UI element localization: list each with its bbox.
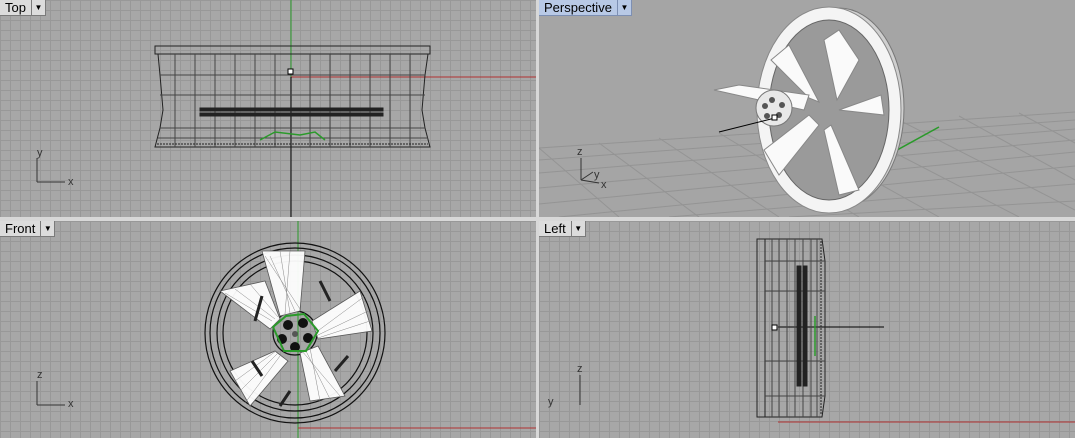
left-axis-v-label: z [577, 363, 583, 375]
viewport-label-top[interactable]: Top ▼ [0, 0, 46, 16]
top-axis-indicator [36, 158, 65, 183]
left-axis-h-label: y [548, 396, 554, 408]
viewport-title-left[interactable]: Left [539, 221, 572, 237]
front-view-canvas: x z [36, 221, 536, 438]
viewport-title-perspective[interactable]: Perspective [539, 0, 618, 16]
viewport-top[interactable]: x y Top ▼ [0, 0, 536, 217]
chevron-down-icon[interactable]: ▼ [617, 0, 632, 16]
wheel-top-wireframe [154, 45, 431, 148]
viewport-perspective[interactable]: z x y Perspective ▼ [539, 0, 1075, 217]
viewport-label-front[interactable]: Front ▼ [0, 221, 56, 237]
wheel-perspective-render [713, 6, 905, 214]
chevron-down-icon[interactable]: ▼ [31, 0, 46, 16]
persp-axis-v-label: z [577, 146, 583, 158]
front-axis-h-label: x [68, 398, 74, 410]
chevron-down-icon[interactable]: ▼ [41, 221, 56, 237]
persp-axis-d-label: y [594, 169, 600, 181]
viewport-label-left[interactable]: Left ▼ [539, 221, 586, 237]
persp-axis-h-label: x [601, 179, 607, 191]
top-view-canvas: x y [36, 0, 536, 217]
chevron-down-icon[interactable]: ▼ [571, 221, 586, 237]
top-axis-v-label: y [37, 147, 43, 159]
front-axis-indicator [36, 381, 65, 406]
viewport-title-front[interactable]: Front [0, 221, 42, 237]
front-axis-v-label: z [37, 369, 43, 381]
viewport-label-perspective[interactable]: Perspective ▼ [539, 0, 632, 16]
top-axis-h-label: x [68, 176, 74, 188]
viewport-title-top[interactable]: Top [0, 0, 32, 16]
viewport-front[interactable]: x z Front ▼ [0, 221, 536, 438]
perspective-view-canvas: z x y [539, 6, 1075, 217]
viewport-left[interactable]: z y Left ▼ [539, 221, 1075, 438]
left-view-canvas: z y [548, 238, 1075, 423]
